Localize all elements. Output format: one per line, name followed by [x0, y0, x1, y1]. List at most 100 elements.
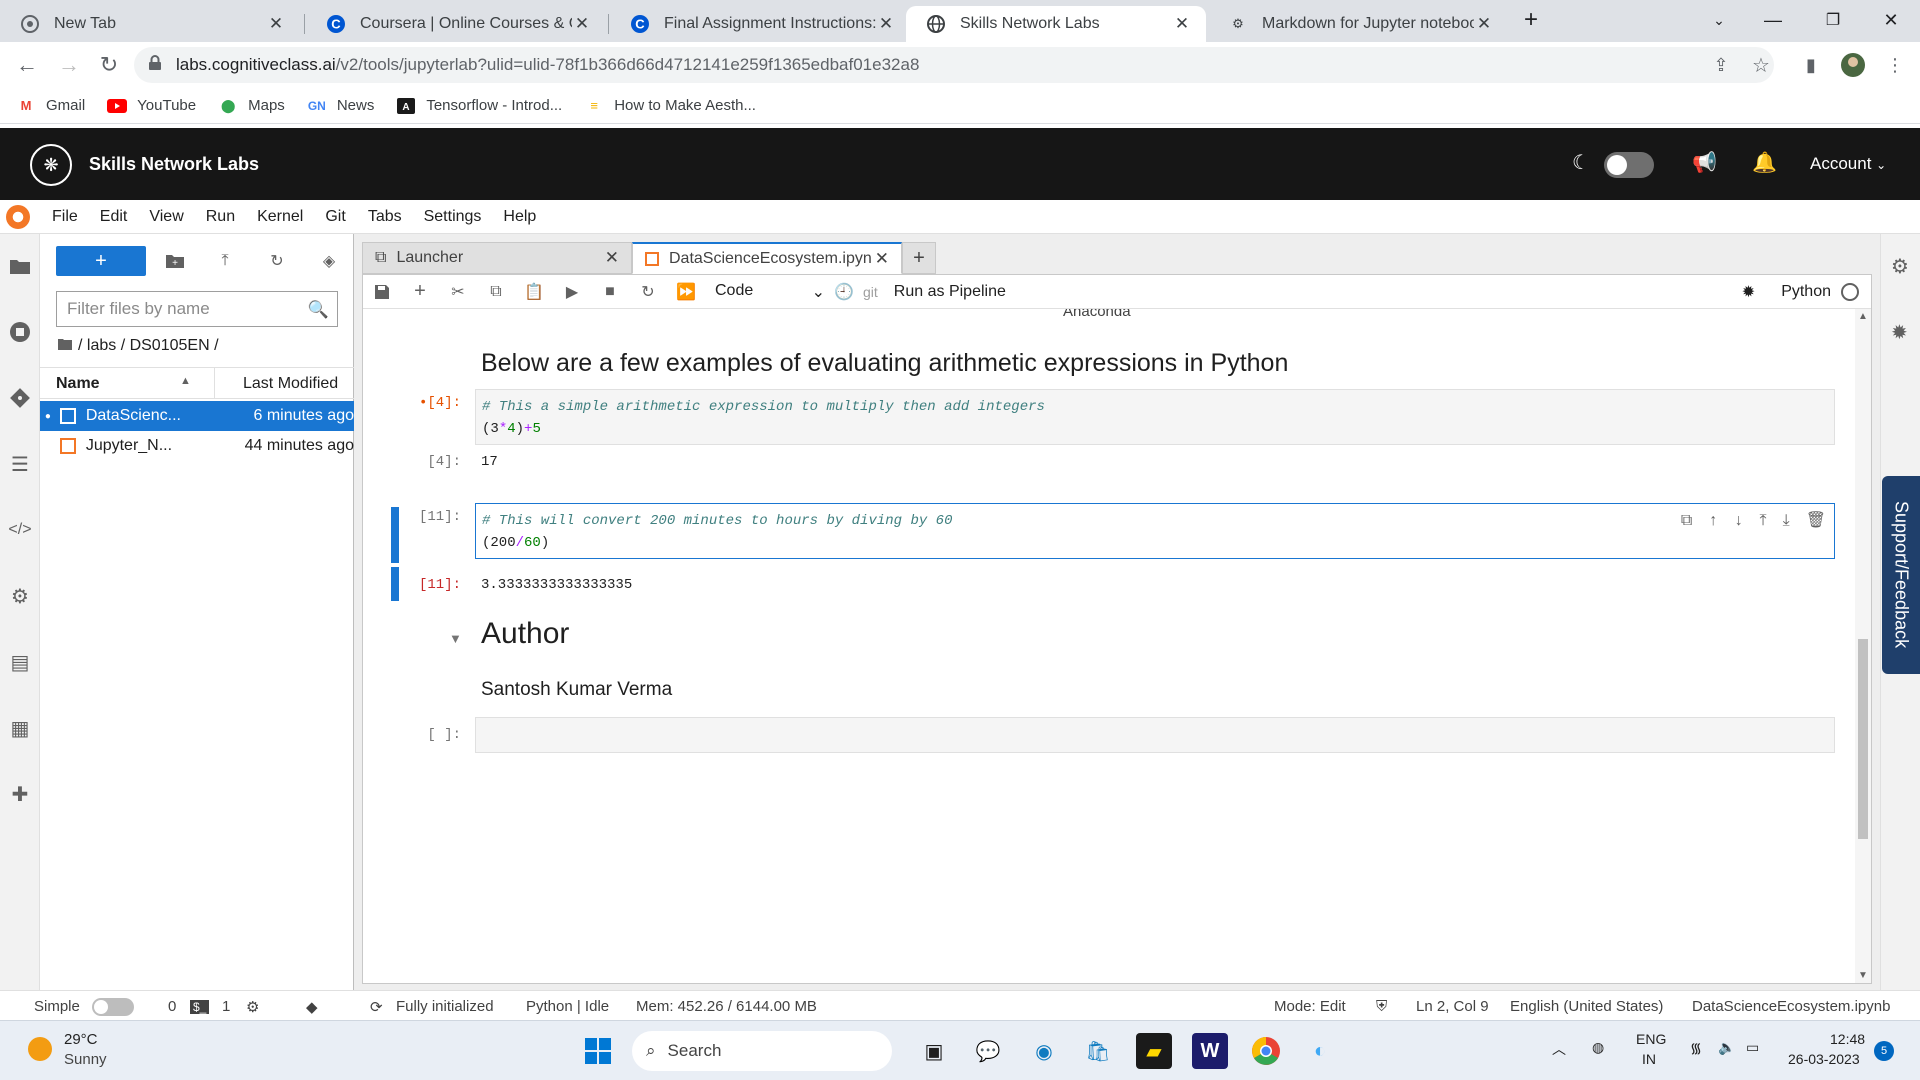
browser-tab-coursera[interactable]: C Coursera | Online Courses & Cred ✕	[306, 6, 606, 42]
running-kernels-icon[interactable]	[6, 318, 34, 346]
fast-forward-icon[interactable]: ⏩	[667, 277, 705, 307]
windows-start-icon[interactable]	[580, 1033, 616, 1069]
kernel-count[interactable]: 1	[222, 998, 230, 1015]
elyra-icon[interactable]: ▤	[6, 648, 34, 676]
insert-cell-icon[interactable]: +	[401, 277, 439, 307]
teams-chat-icon[interactable]: 💬	[970, 1033, 1006, 1069]
folder-icon[interactable]	[6, 252, 34, 280]
copy-icon[interactable]: ⧉	[477, 277, 515, 307]
column-name[interactable]: Name	[56, 375, 100, 393]
menu-edit[interactable]: Edit	[100, 208, 128, 226]
forward-arrow-icon[interactable]: →	[54, 50, 84, 80]
input-region[interactable]: IN	[1642, 1051, 1656, 1067]
bell-icon[interactable]: 🔔	[1752, 150, 1777, 175]
menu-git[interactable]: Git	[325, 208, 345, 226]
tab-search-icon[interactable]: ⌄	[1690, 0, 1748, 40]
add-tab-button[interactable]: +	[902, 242, 936, 274]
git-icon[interactable]	[6, 384, 34, 412]
bookmark-news[interactable]: GN News	[307, 97, 375, 114]
input-language[interactable]: ENG	[1636, 1031, 1666, 1047]
bookmark-tensorflow[interactable]: A Tensorflow - Introd...	[396, 97, 562, 114]
close-window-button[interactable]: ✕	[1862, 0, 1920, 40]
move-down-icon[interactable]: ↓	[1734, 510, 1744, 532]
new-launcher-button[interactable]: +	[56, 246, 146, 276]
terminal-count[interactable]: 0	[168, 998, 176, 1015]
dock-tab-notebook[interactable]: DataScienceEcosystem.ipyn ✕	[632, 242, 902, 274]
new-folder-icon[interactable]: +	[162, 248, 188, 274]
settings-gear-icon[interactable]: ⚙	[246, 998, 259, 1016]
browser-tab-new-tab[interactable]: New Tab ✕	[0, 6, 300, 42]
restart-icon[interactable]: ↻	[629, 277, 667, 307]
skills-network-logo[interactable]: ❋	[30, 144, 72, 186]
clock-time[interactable]: 12:48	[1830, 1031, 1865, 1047]
bookmark-gmail[interactable]: M Gmail	[16, 97, 86, 114]
cursor-position[interactable]: Ln 2, Col 9	[1416, 998, 1489, 1015]
support-feedback-tab[interactable]: Support/Feedback	[1882, 476, 1920, 674]
wifi-icon[interactable]: ᯾	[1690, 1039, 1702, 1058]
dock-tab-launcher[interactable]: ⧉ Launcher ✕	[362, 242, 632, 274]
volume-icon[interactable]: 🔈	[1718, 1039, 1735, 1056]
folder-icon[interactable]	[58, 337, 72, 355]
bug-icon[interactable]: ✹	[1742, 282, 1755, 302]
more-menu-icon[interactable]: ⋮	[1880, 50, 1910, 80]
stop-icon[interactable]: ■	[591, 277, 629, 307]
bookmark-star-icon[interactable]: ☆	[1746, 50, 1776, 80]
run-as-pipeline-button[interactable]: Run as Pipeline	[894, 283, 1006, 301]
breadcrumb-path[interactable]: / labs / DS0105EN /	[78, 337, 219, 355]
battery-icon[interactable]: ▭	[1746, 1039, 1759, 1056]
close-tab-icon[interactable]: ✕	[266, 14, 286, 34]
table-of-contents-icon[interactable]: ☰	[6, 450, 34, 478]
extensions-grid-icon[interactable]: ▦	[6, 714, 34, 742]
scroll-down-icon[interactable]: ▼	[1858, 970, 1868, 981]
weather-temp[interactable]: 29°C	[64, 1031, 98, 1048]
side-panel-icon[interactable]: ▮	[1796, 50, 1826, 80]
menu-run[interactable]: Run	[206, 208, 235, 226]
tray-overflow-icon[interactable]: ︿	[1552, 1039, 1566, 1059]
scrollbar-thumb[interactable]	[1858, 639, 1868, 839]
spellcheck-language[interactable]: English (United States)	[1510, 998, 1663, 1015]
insert-below-icon[interactable]: ⤓	[1783, 510, 1790, 532]
weather-sun-icon[interactable]	[28, 1037, 52, 1061]
menu-file[interactable]: File	[52, 208, 78, 226]
code-cell[interactable]: # This a simple arithmetic expression to…	[475, 389, 1835, 445]
weather-condition[interactable]: Sunny	[64, 1051, 107, 1068]
reload-icon[interactable]: ↻	[94, 50, 124, 80]
menu-kernel[interactable]: Kernel	[257, 208, 303, 226]
file-filter-field[interactable]: 🔍	[56, 291, 338, 327]
taskbar-search[interactable]: ⌕ Search	[632, 1031, 892, 1071]
file-row[interactable]: Jupyter_N... 44 minutes ago	[40, 431, 354, 461]
move-up-icon[interactable]: ↑	[1708, 510, 1718, 532]
cut-icon[interactable]: ✂	[439, 277, 477, 307]
file-filter-input[interactable]	[67, 299, 297, 319]
refresh-icon[interactable]: ↻	[264, 248, 290, 274]
edge-icon[interactable]: ◉	[1026, 1033, 1062, 1069]
property-inspector-icon[interactable]: ⚙	[6, 582, 34, 610]
new-tab-button[interactable]: +	[1502, 0, 1560, 40]
tray-app-icon[interactable]: ◍	[1592, 1039, 1604, 1056]
url-field[interactable]: labs.cognitiveclass.ai/v2/tools/jupyterl…	[134, 47, 1774, 83]
run-icon[interactable]: ▶	[553, 277, 591, 307]
restore-button[interactable]: ❐	[1804, 0, 1862, 40]
chrome-taskbar-icon[interactable]	[1248, 1033, 1284, 1069]
bookmark-youtube[interactable]: YouTube	[107, 97, 196, 114]
browser-tab-markdown[interactable]: ⚙ Markdown for Jupyter notebooks ✕	[1208, 6, 1508, 42]
file-row[interactable]: ● DataScienc... 6 minutes ago	[40, 401, 354, 431]
clock-icon[interactable]: 🕘	[825, 277, 863, 307]
store-icon[interactable]: 🛍	[1080, 1033, 1116, 1069]
bookmark-aesthetic[interactable]: ≡ How to Make Aesth...	[584, 97, 756, 114]
paste-icon[interactable]: 📋	[515, 277, 553, 307]
code-icon[interactable]: </>	[6, 516, 34, 544]
puzzle-icon[interactable]: ✚	[6, 780, 34, 808]
sticky-notes-icon[interactable]: ▰	[1136, 1033, 1172, 1069]
minimize-button[interactable]: —	[1744, 0, 1802, 40]
delete-cell-icon[interactable]: 🗑	[1806, 510, 1826, 532]
close-tab-icon[interactable]: ✕	[572, 14, 592, 34]
account-menu[interactable]: Account ⌄	[1810, 154, 1886, 174]
upload-icon[interactable]: ⤒	[212, 248, 238, 274]
menu-tabs[interactable]: Tabs	[368, 208, 402, 226]
notebook-scrollbar[interactable]: ▲ ▼	[1855, 309, 1871, 983]
scroll-up-icon[interactable]: ▲	[1858, 311, 1868, 322]
shield-icon[interactable]: ⛨	[1376, 998, 1387, 1015]
close-tab-icon[interactable]: ✕	[1474, 14, 1494, 34]
kernel-status-text[interactable]: Python | Idle	[526, 998, 609, 1015]
